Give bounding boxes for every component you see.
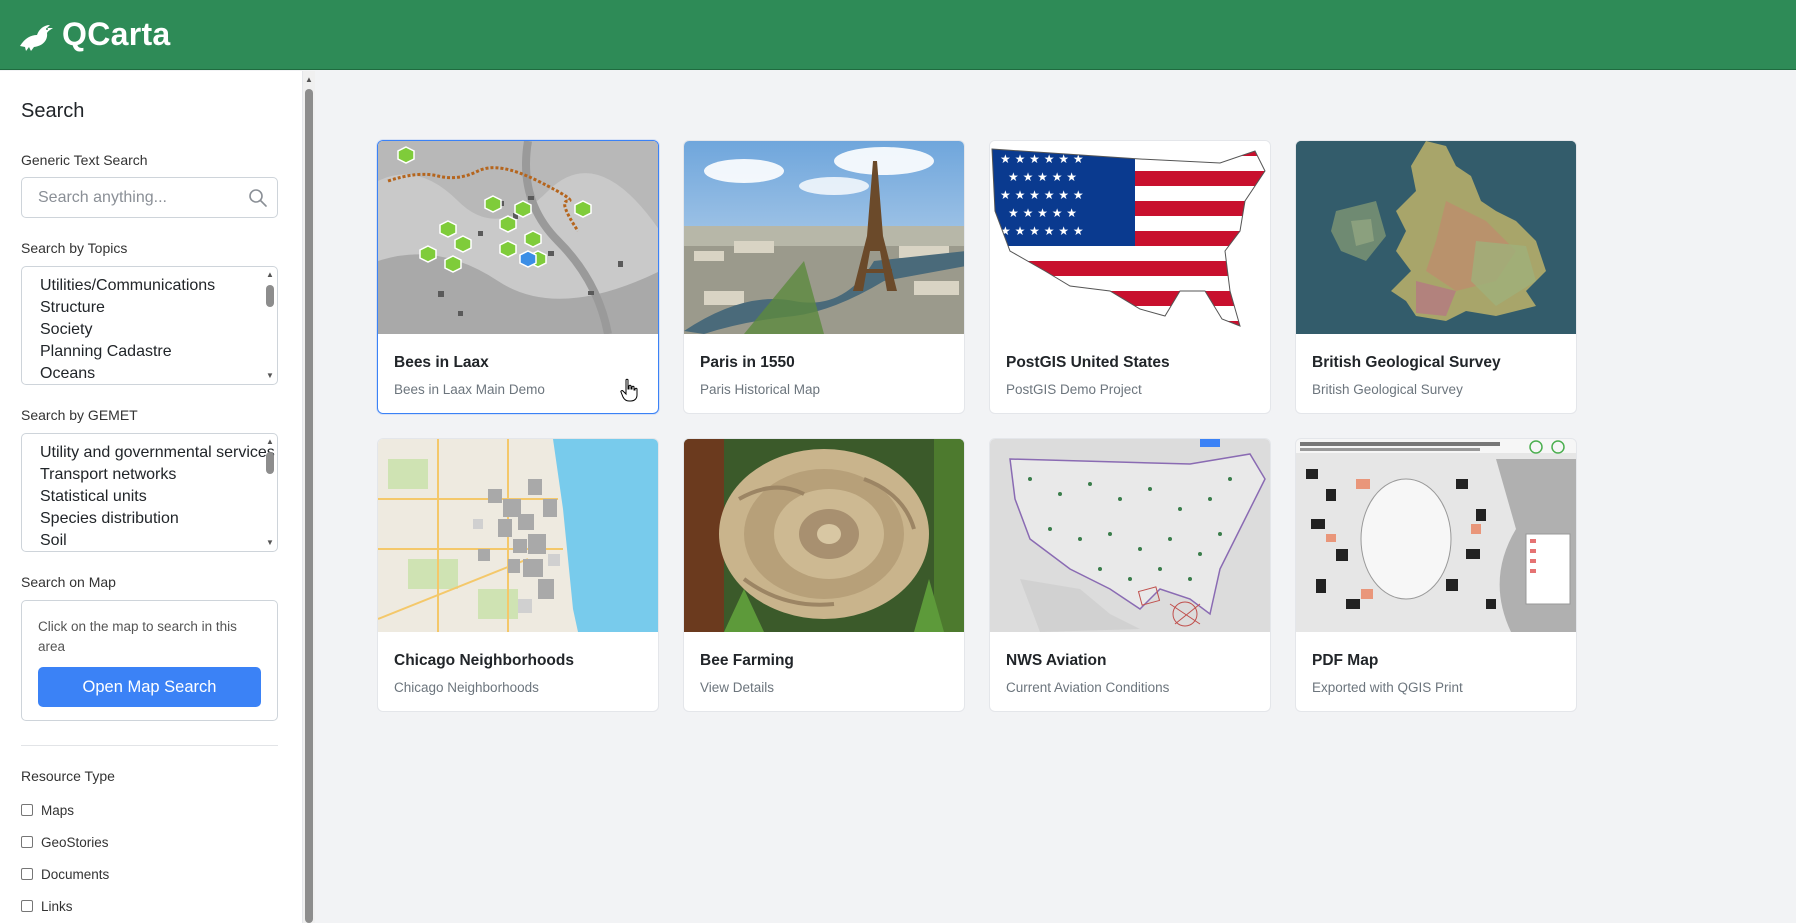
topic-option[interactable]: Oceans xyxy=(40,363,277,384)
checkbox-label: GeoStories xyxy=(41,834,109,850)
checkbox[interactable] xyxy=(21,836,33,848)
svg-text:★ ★ ★ ★ ★ ★: ★ ★ ★ ★ ★ ★ xyxy=(1000,224,1084,238)
card-subtitle: Exported with QGIS Print xyxy=(1312,680,1463,695)
hand-pointer-cursor-icon xyxy=(620,378,638,402)
resource-card[interactable]: Paris in 1550 Paris Historical Map xyxy=(683,140,965,414)
laax-map-thumbnail xyxy=(378,141,658,334)
scroll-up-arrow-icon[interactable]: ▲ xyxy=(265,438,275,446)
app-name: QCarta xyxy=(62,16,171,52)
card-title[interactable]: PostGIS United States xyxy=(1006,354,1270,372)
card-subtitle: View Details xyxy=(700,680,775,695)
paris-photo-thumbnail xyxy=(684,141,964,334)
resource-card[interactable]: Bee Farming View Details xyxy=(683,438,965,712)
resource-card[interactable]: British Geological Survey British Geolog… xyxy=(1295,140,1577,414)
map-search-panel: Click on the map to search in this area … xyxy=(21,600,278,721)
card-title[interactable]: Chicago Neighborhoods xyxy=(394,652,658,670)
gemet-option[interactable]: Soil xyxy=(40,530,277,551)
resource-type-maps[interactable]: Maps xyxy=(21,794,281,826)
checkbox[interactable] xyxy=(21,804,33,816)
card-title[interactable]: NWS Aviation xyxy=(1006,652,1270,670)
open-map-search-button[interactable]: Open Map Search xyxy=(38,667,261,707)
generic-search-field[interactable] xyxy=(21,177,278,218)
resource-card[interactable]: NWS Aviation Current Aviation Conditions xyxy=(989,438,1271,712)
us-flag-map-thumbnail: ★ ★ ★ ★ ★ ★ ★ ★ ★ ★ ★ ★ ★ ★ ★ ★ ★ ★ ★ ★ … xyxy=(990,141,1270,334)
checkbox-label: Links xyxy=(41,898,73,914)
pdf-map-thumbnail xyxy=(1296,439,1576,632)
card-title[interactable]: British Geological Survey xyxy=(1312,354,1576,372)
scroll-up-arrow-icon[interactable]: ▲ xyxy=(305,75,313,84)
sidebar-scrollbar[interactable]: ▲ xyxy=(303,71,315,923)
checkbox-label: Maps xyxy=(41,802,75,818)
generic-search-label: Generic Text Search xyxy=(21,152,148,168)
topics-listbox[interactable]: Utilities/Communications Structure Socie… xyxy=(21,266,278,385)
topics-scrollbar[interactable]: ▲ ▼ xyxy=(265,269,275,382)
scroll-up-arrow-icon[interactable]: ▲ xyxy=(265,271,275,279)
chicago-map-thumbnail xyxy=(378,439,658,632)
uk-geology-map-thumbnail xyxy=(1296,141,1576,334)
card-subtitle: British Geological Survey xyxy=(1312,382,1463,397)
topic-option[interactable]: Structure xyxy=(40,297,277,319)
card-subtitle: PostGIS Demo Project xyxy=(1006,382,1142,397)
card-title[interactable]: Bees in Laax xyxy=(394,354,658,372)
gemet-label: Search by GEMET xyxy=(21,407,138,423)
card-subtitle: Bees in Laax Main Demo xyxy=(394,382,545,397)
resource-card[interactable]: ★ ★ ★ ★ ★ ★ ★ ★ ★ ★ ★ ★ ★ ★ ★ ★ ★ ★ ★ ★ … xyxy=(989,140,1271,414)
scrollbar-thumb[interactable] xyxy=(266,285,274,307)
sidebar-title: Search xyxy=(21,100,85,122)
aviation-map-thumbnail xyxy=(990,439,1270,632)
scroll-down-arrow-icon[interactable]: ▼ xyxy=(265,539,275,547)
brand[interactable]: QCarta xyxy=(16,15,171,55)
topic-option[interactable]: Utilities/Communications xyxy=(40,275,277,297)
search-icon[interactable] xyxy=(247,187,269,209)
bee-comb-photo-thumbnail xyxy=(684,439,964,632)
map-search-description: Click on the map to search in this area xyxy=(38,619,237,654)
svg-text:★ ★ ★ ★ ★ ★: ★ ★ ★ ★ ★ ★ xyxy=(1000,188,1084,202)
resource-type-documents[interactable]: Documents xyxy=(21,858,281,890)
gemet-listbox[interactable]: Utility and governmental services Transp… xyxy=(21,433,278,552)
gemet-option[interactable]: Utility and governmental services xyxy=(40,442,277,464)
topic-option[interactable]: Planning Cadastre xyxy=(40,341,277,363)
top-navbar: QCarta xyxy=(0,0,1796,70)
resource-type-label: Resource Type xyxy=(21,768,115,784)
card-subtitle: Current Aviation Conditions xyxy=(1006,680,1170,695)
gemet-option[interactable]: Transport networks xyxy=(40,464,277,486)
card-title[interactable]: Bee Farming xyxy=(700,652,964,670)
scrollbar-thumb[interactable] xyxy=(266,452,274,474)
resource-card[interactable]: PDF Map Exported with QGIS Print xyxy=(1295,438,1577,712)
topics-label: Search by Topics xyxy=(21,240,128,256)
resource-type-links[interactable]: Links xyxy=(21,890,281,922)
resource-type-geostories[interactable]: GeoStories xyxy=(21,826,281,858)
card-subtitle: Paris Historical Map xyxy=(700,382,821,397)
svg-text:★ ★ ★ ★ ★: ★ ★ ★ ★ ★ xyxy=(1008,170,1077,184)
scrollbar-thumb[interactable] xyxy=(305,89,313,923)
gemet-option[interactable]: Statistical units xyxy=(40,486,277,508)
resource-card[interactable]: Chicago Neighborhoods Chicago Neighborho… xyxy=(377,438,659,712)
topic-option[interactable]: Society xyxy=(40,319,277,341)
checkbox[interactable] xyxy=(21,868,33,880)
gemet-scrollbar[interactable]: ▲ ▼ xyxy=(265,436,275,549)
resource-card[interactable]: Bees in Laax Bees in Laax Main Demo xyxy=(377,140,659,414)
divider xyxy=(21,745,278,746)
search-sidebar: Search Generic Text Search Search by Top… xyxy=(0,71,303,923)
svg-text:★ ★ ★ ★ ★: ★ ★ ★ ★ ★ xyxy=(1008,206,1077,220)
card-title[interactable]: PDF Map xyxy=(1312,652,1576,670)
card-title[interactable]: Paris in 1550 xyxy=(700,354,964,372)
checkbox-label: Documents xyxy=(41,866,110,882)
gemet-option[interactable]: Species distribution xyxy=(40,508,277,530)
card-subtitle: Chicago Neighborhoods xyxy=(394,680,539,695)
checkbox[interactable] xyxy=(21,900,33,912)
scroll-down-arrow-icon[interactable]: ▼ xyxy=(265,372,275,380)
bird-logo-icon xyxy=(16,15,56,55)
resource-grid: Bees in Laax Bees in Laax Main Demo Pari… xyxy=(377,140,1577,712)
map-search-label: Search on Map xyxy=(21,574,116,590)
search-input[interactable] xyxy=(38,188,238,207)
